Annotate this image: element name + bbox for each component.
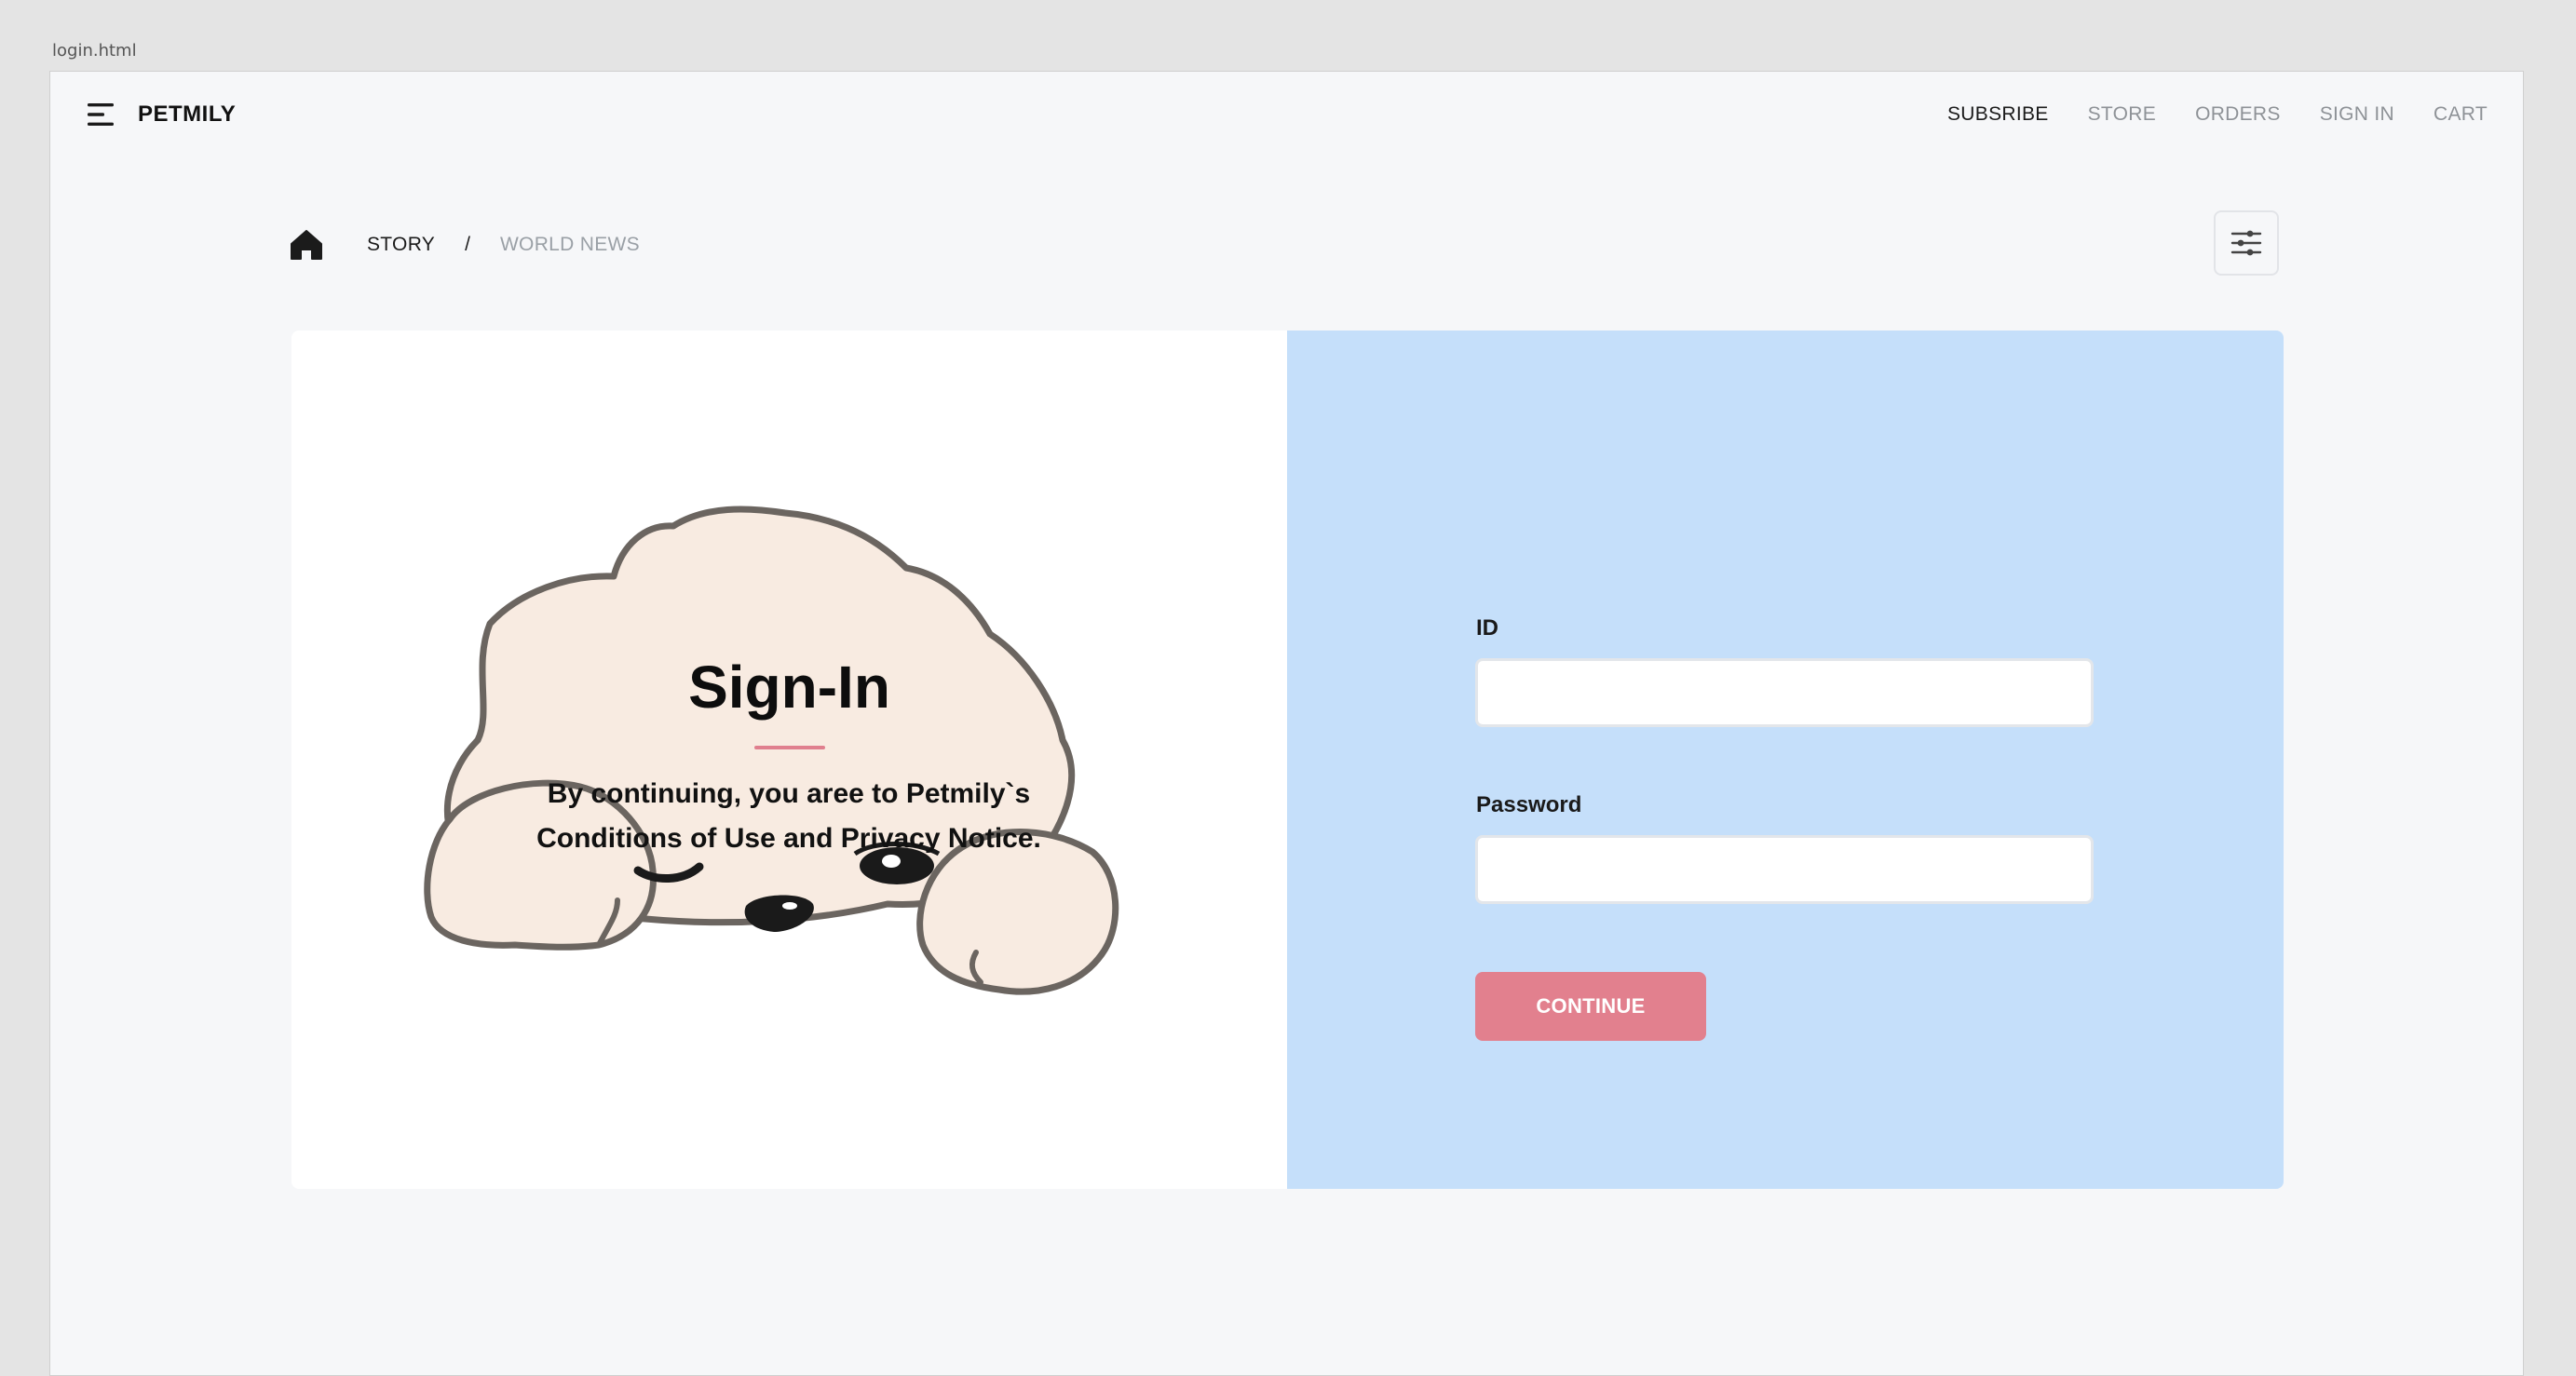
menu-icon[interactable] [86,101,117,128]
notice-line-1: By continuing, you aree to Petmily`s [547,778,1031,809]
password-input[interactable] [1475,835,2094,904]
brand-logo[interactable]: PETMILY [138,101,236,128]
filter-settings-button[interactable] [2214,210,2279,276]
password-label: Password [1476,792,1582,817]
nav-sign-in[interactable]: SIGN IN [2320,103,2394,126]
login-form-panel: ID Password CONTINUE [1287,331,2284,1189]
breadcrumb-world-news[interactable]: WORLD NEWS [500,234,640,256]
top-navbar: PETMILY SUBSRIBE STORE ORDERS SIGN IN CA… [50,72,2523,157]
sign-in-notice: By continuing, you aree to Petmily`s Con… [509,772,1068,861]
breadcrumb-story[interactable]: STORY [367,234,435,256]
home-icon[interactable] [289,228,324,262]
file-tab-label: login.html [52,41,137,61]
sign-in-title: Sign-In [688,654,890,721]
nav-left: PETMILY [86,101,236,128]
notice-line-2: Conditions of Use and Privacy Notice. [536,823,1041,854]
nav-store[interactable]: STORE [2088,103,2156,126]
illustration-panel: Sign-In By continuing, you aree to Petmi… [291,331,1287,1189]
sliders-icon [2230,230,2262,256]
id-label: ID [1476,615,1498,641]
sign-in-card: Sign-In By continuing, you aree to Petmi… [291,331,2284,1189]
puppy-illustration [424,506,1119,995]
nav-subscribe[interactable]: SUBSRIBE [1947,103,2049,126]
continue-button[interactable]: CONTINUE [1475,972,1706,1041]
nav-cart[interactable]: CART [2434,103,2488,126]
id-input[interactable] [1475,658,2094,727]
nav-orders[interactable]: ORDERS [2195,103,2281,126]
breadcrumb-separator: / [465,234,470,255]
browser-viewport: PETMILY SUBSRIBE STORE ORDERS SIGN IN CA… [49,71,2524,1376]
nav-links: SUBSRIBE STORE ORDERS SIGN IN CART [1947,103,2488,126]
breadcrumb: STORY / WORLD NEWS [289,228,640,262]
title-underline [754,746,825,749]
